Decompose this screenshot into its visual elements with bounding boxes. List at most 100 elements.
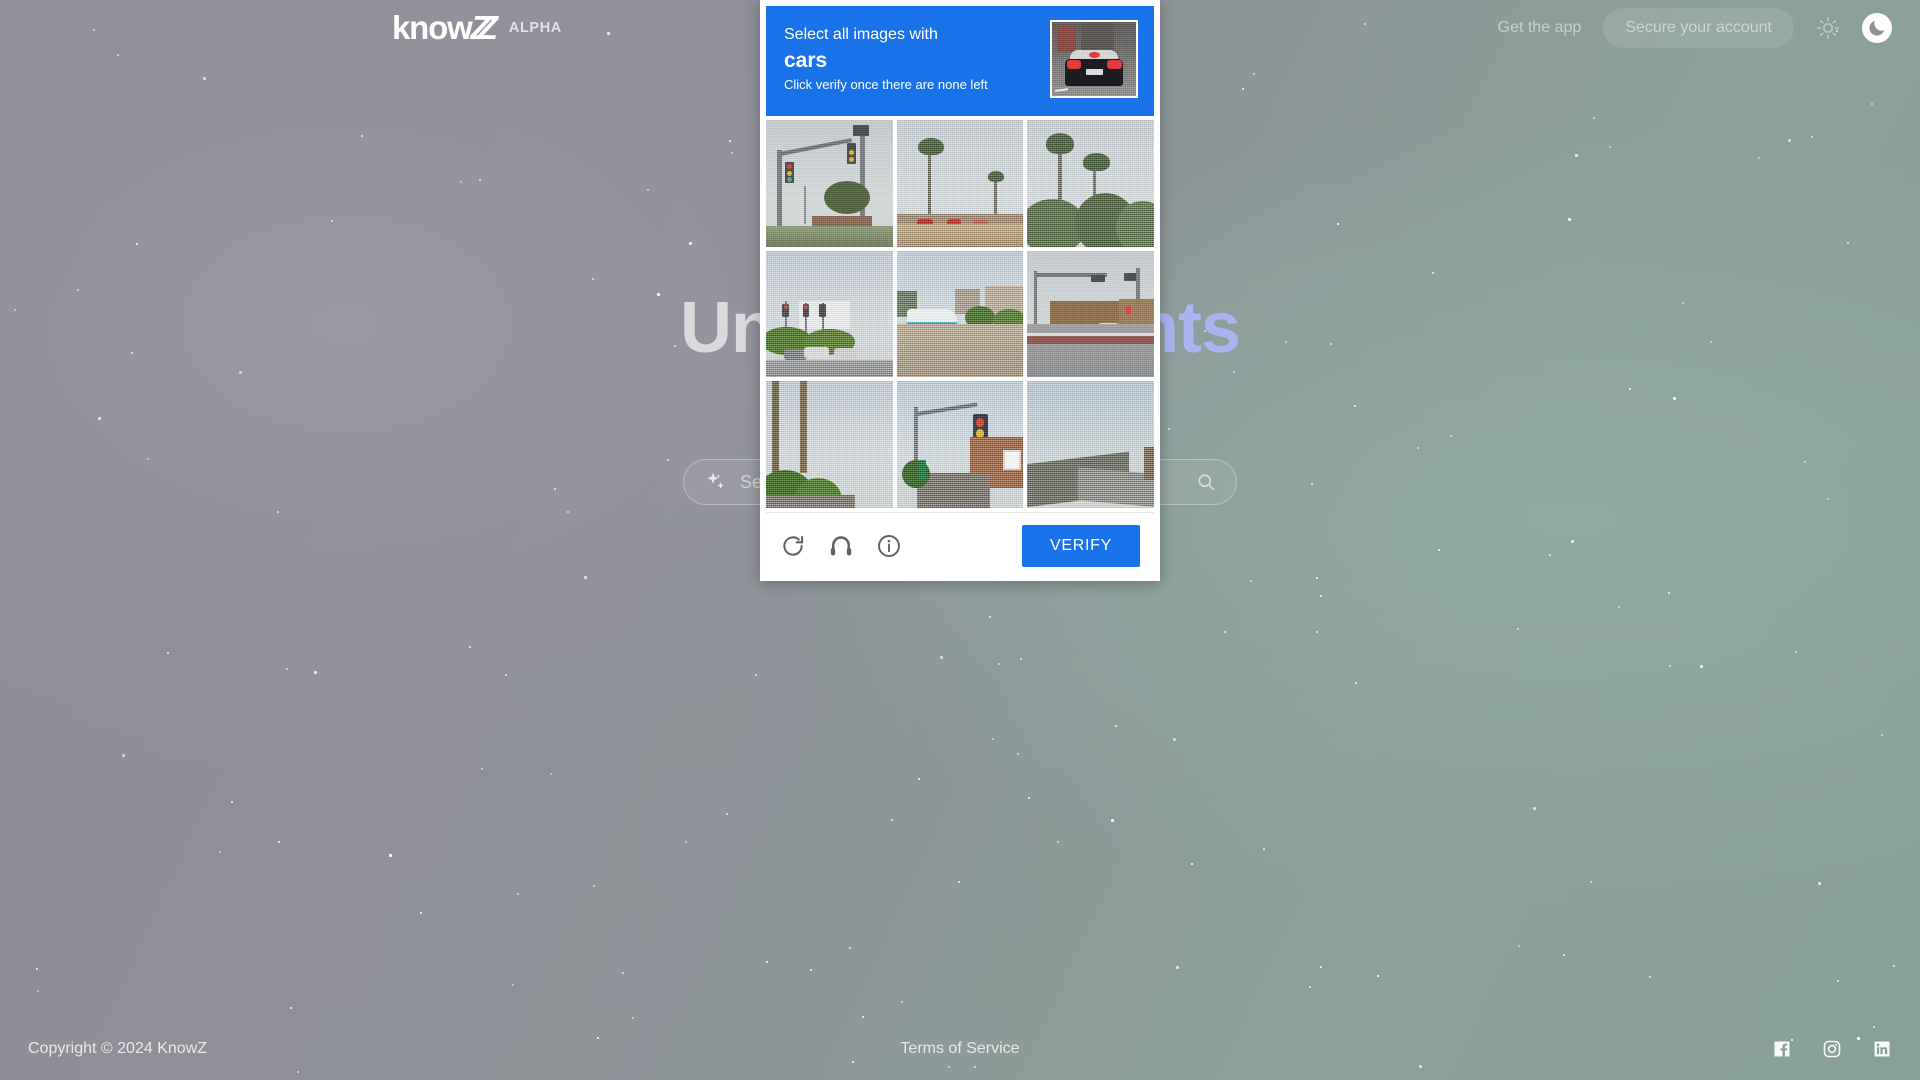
captcha-controls (780, 533, 902, 559)
star-dot (1232, 370, 1235, 373)
star-dot (218, 850, 221, 853)
captcha-tile-8[interactable] (896, 381, 1024, 509)
get-the-app-link[interactable]: Get the app (1498, 19, 1582, 37)
captcha-target-object: cars (784, 48, 828, 72)
star-dot (1437, 549, 1440, 551)
star-dot (1870, 102, 1873, 105)
star-dot (290, 1006, 293, 1009)
star-dot (239, 370, 243, 374)
logo-text: know Z Z (392, 9, 498, 47)
star-dot (1316, 576, 1319, 579)
star-dot (1628, 388, 1631, 391)
captcha-dialog: Select all images with cars Click verify… (760, 0, 1160, 582)
dark-mode-toggle[interactable] (1862, 13, 1892, 43)
star-dot (992, 737, 995, 740)
star-dot (1880, 733, 1883, 736)
star-dot (988, 616, 991, 619)
star-dot (1757, 157, 1760, 160)
star-dot (730, 151, 733, 154)
star-dot (1310, 482, 1313, 485)
captcha-tile-2[interactable] (896, 120, 1024, 247)
alpha-badge: ALPHA (508, 20, 562, 36)
captcha-tile-3[interactable] (1027, 120, 1154, 247)
star-dot (97, 416, 101, 420)
star-dot (891, 819, 894, 822)
brand-logo[interactable]: know Z Z ALPHA (392, 9, 562, 47)
star-dot (136, 243, 139, 246)
star-dot (1571, 539, 1575, 543)
star-dot (1223, 631, 1226, 634)
captcha-footer: VERIFY (766, 512, 1154, 582)
terms-of-service-link[interactable]: Terms of Service (900, 1040, 1019, 1058)
star-dot (1669, 665, 1672, 668)
star-dot (314, 670, 318, 674)
star-dot (479, 178, 482, 181)
sparkle-icon (704, 470, 728, 494)
star-dot (1027, 797, 1030, 800)
captcha-header: Select all images with cars Click verify… (766, 6, 1154, 116)
star-dot (1846, 242, 1849, 245)
reload-icon[interactable] (780, 533, 806, 559)
star-dot (1563, 953, 1566, 956)
captcha-tile-4[interactable] (766, 250, 893, 378)
star-dot (685, 840, 688, 843)
captcha-tile-7[interactable] (766, 381, 893, 509)
captcha-tile-5[interactable] (896, 250, 1024, 378)
star-dot (361, 134, 364, 137)
star-dot (122, 753, 126, 757)
star-dot (1787, 138, 1791, 142)
star-dot (512, 984, 515, 987)
star-dot (419, 911, 422, 914)
star-dot (1020, 657, 1023, 660)
star-dot (549, 772, 552, 775)
star-dot (230, 800, 233, 803)
star-dot (1617, 606, 1620, 609)
sun-icon[interactable] (1816, 16, 1840, 40)
info-icon[interactable] (876, 533, 902, 559)
captcha-tile-6[interactable] (1027, 250, 1154, 378)
captcha-hint: Click verify once there are none left (784, 76, 988, 92)
secure-your-account-button[interactable]: Secure your account (1603, 8, 1794, 48)
star-dot (647, 189, 650, 192)
star-dot (765, 960, 768, 963)
star-dot (1355, 682, 1358, 685)
star-dot (566, 511, 569, 514)
star-dot (848, 947, 851, 950)
instagram-icon[interactable] (1822, 1039, 1842, 1059)
star-dot (621, 971, 624, 974)
captcha-tile-9[interactable] (1027, 381, 1154, 509)
star-dot (1549, 554, 1552, 557)
star-dot (688, 241, 692, 245)
facebook-icon[interactable] (1772, 1039, 1792, 1059)
star-dot (957, 880, 960, 883)
verify-button[interactable]: VERIFY (1022, 525, 1140, 568)
star-dot (203, 77, 207, 81)
star-dot (1837, 979, 1840, 982)
star-dot (1893, 964, 1896, 967)
star-dot (36, 990, 39, 993)
captcha-tile-1[interactable] (766, 120, 893, 247)
star-dot (469, 646, 472, 649)
star-dot (1320, 965, 1323, 968)
star-dot (809, 969, 812, 972)
star-dot (1648, 975, 1651, 978)
star-dot (1593, 117, 1596, 120)
linkedin-icon[interactable] (1872, 1039, 1892, 1059)
star-dot (460, 180, 463, 183)
star-dot (1316, 631, 1319, 634)
star-dot (1353, 404, 1356, 407)
copyright-text: Copyright © 2024 KnowZ (28, 1040, 207, 1057)
star-dot (1609, 145, 1612, 148)
star-dot (1190, 862, 1193, 865)
star-dot (331, 220, 334, 223)
star-dot (918, 778, 921, 781)
star-dot (1574, 153, 1578, 157)
star-dot (1263, 847, 1266, 850)
star-dot (276, 511, 279, 514)
star-dot (1416, 446, 1419, 449)
moon-icon (1869, 20, 1885, 36)
star-dot (1336, 223, 1339, 226)
headphones-icon[interactable] (828, 533, 854, 559)
search-icon[interactable] (1196, 472, 1216, 492)
star-dot (1517, 945, 1520, 948)
